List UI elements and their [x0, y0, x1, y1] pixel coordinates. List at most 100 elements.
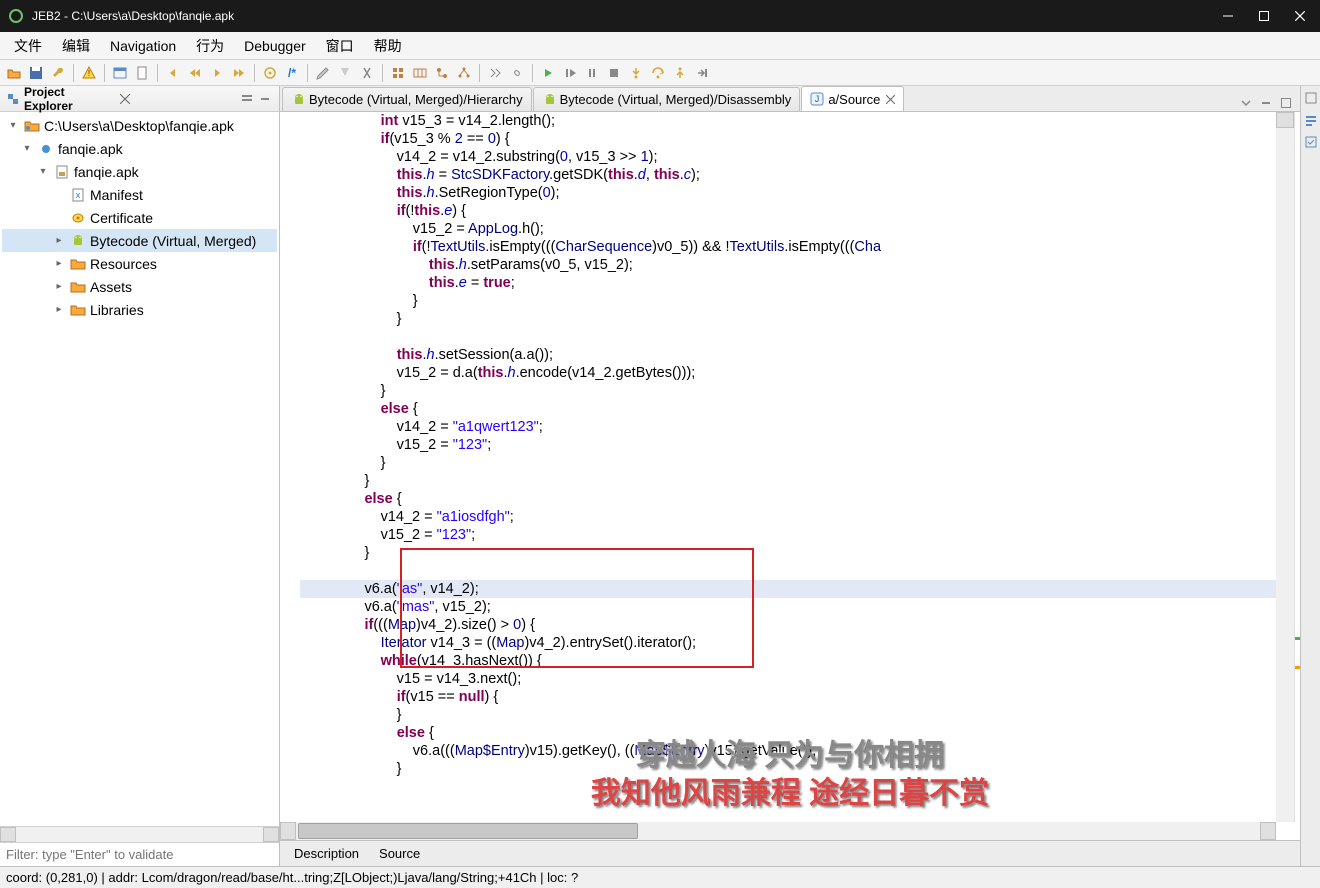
debug-start-icon[interactable] — [538, 63, 558, 83]
tree-label: fanqie.apk — [74, 164, 139, 180]
open-icon[interactable] — [4, 63, 24, 83]
tree-node[interactable]: ▾ C:\Users\a\Desktop\fanqie.apk — [2, 114, 277, 137]
editor-tab[interactable]: Bytecode (Virtual, Merged)/Disassembly — [533, 87, 801, 111]
tree-node[interactable]: ▸ Bytecode (Virtual, Merged) — [2, 229, 277, 252]
tree-toggle-icon[interactable]: ▸ — [52, 235, 66, 246]
cut-icon[interactable] — [357, 63, 377, 83]
nav-fwd2-icon[interactable] — [229, 63, 249, 83]
restore-panel-icon[interactable] — [1303, 90, 1319, 106]
folder-project-icon — [24, 118, 40, 134]
menu-item-窗口[interactable]: 窗口 — [316, 32, 364, 60]
android-icon — [70, 233, 86, 249]
menubar: 文件编辑Navigation行为Debugger窗口帮助 — [0, 32, 1320, 60]
save-icon[interactable] — [26, 63, 46, 83]
apk-icon — [54, 164, 70, 180]
debug-run-to-icon[interactable] — [692, 63, 712, 83]
tabs-max-icon[interactable] — [1278, 95, 1294, 111]
highlight-icon[interactable] — [335, 63, 355, 83]
menu-item-文件[interactable]: 文件 — [4, 32, 52, 60]
tree-toggle-icon[interactable]: ▸ — [52, 304, 66, 315]
toolbar: ! /* — [0, 60, 1320, 86]
tree-node[interactable]: Certificate — [2, 206, 277, 229]
window-titlebar: JEB2 - C:\Users\a\Desktop\fanqie.apk — [0, 0, 1320, 32]
debug-step-out-icon[interactable] — [670, 63, 690, 83]
link-icon[interactable] — [507, 63, 527, 83]
bottom-tab-source[interactable]: Source — [369, 842, 430, 865]
tree-node[interactable]: X Manifest — [2, 183, 277, 206]
android-icon — [291, 93, 305, 107]
svg-text:J: J — [815, 94, 820, 104]
editor-hscrollbar[interactable] — [280, 822, 1276, 840]
wrench-icon[interactable] — [48, 63, 68, 83]
tree-filter-input[interactable] — [0, 843, 279, 866]
folder-icon — [70, 302, 86, 318]
window-icon[interactable] — [110, 63, 130, 83]
code-editor[interactable]: int v15_3 = v14_2.length(); if(v15_3 % 2… — [280, 112, 1300, 840]
tree-view-icon[interactable] — [432, 63, 452, 83]
maximize-button[interactable] — [1256, 8, 1272, 24]
tree-hscrollbar[interactable] — [0, 826, 279, 842]
explorer-icon — [6, 92, 20, 106]
tree-node[interactable]: ▸ Assets — [2, 275, 277, 298]
debug-step-into-icon[interactable] — [626, 63, 646, 83]
nav-back-icon[interactable] — [163, 63, 183, 83]
tasks-icon[interactable] — [1303, 134, 1319, 150]
bottom-tab-description[interactable]: Description — [284, 842, 369, 865]
menu-item-debugger[interactable]: Debugger — [234, 34, 316, 58]
tab-label: Bytecode (Virtual, Merged)/Hierarchy — [309, 92, 523, 107]
outline-icon[interactable] — [1303, 112, 1319, 128]
nav-fwd-icon[interactable] — [207, 63, 227, 83]
folder-icon — [70, 279, 86, 295]
document-icon[interactable] — [132, 63, 152, 83]
tree-node[interactable]: ▾ fanqie.apk — [2, 160, 277, 183]
tree-node[interactable]: ▸ Resources — [2, 252, 277, 275]
grid2-icon[interactable] — [410, 63, 430, 83]
debug-pause-icon[interactable] — [582, 63, 602, 83]
menu-item-编辑[interactable]: 编辑 — [52, 32, 100, 60]
debug-step-over-icon[interactable] — [648, 63, 668, 83]
tab-close-icon[interactable] — [886, 95, 895, 104]
tree-toggle-icon[interactable]: ▾ — [20, 143, 34, 154]
minimize-button[interactable] — [1220, 8, 1236, 24]
warning-icon[interactable]: ! — [79, 63, 99, 83]
minimize-panel-icon[interactable] — [257, 91, 273, 107]
menu-item-行为[interactable]: 行为 — [186, 32, 234, 60]
panel-close-icon[interactable] — [120, 94, 130, 104]
debug-resume-icon[interactable] — [560, 63, 580, 83]
panel-header: Project Explorer — [0, 86, 279, 112]
statusbar: coord: (0,281,0) | addr: Lcom/dragon/rea… — [0, 866, 1320, 888]
tabs-min-icon[interactable] — [1258, 95, 1274, 111]
tree-toggle-icon[interactable]: ▾ — [36, 166, 50, 177]
editor-tab[interactable]: Ja/Source — [801, 86, 904, 111]
debug-stop-icon[interactable] — [604, 63, 624, 83]
project-explorer-panel: Project Explorer ▾ C:\Users\a\Desktop\fa… — [0, 86, 280, 866]
view-menu-icon[interactable] — [239, 91, 255, 107]
menu-item-navigation[interactable]: Navigation — [100, 34, 186, 58]
xref-icon[interactable] — [485, 63, 505, 83]
graph-icon[interactable] — [454, 63, 474, 83]
tree-toggle-icon[interactable]: ▾ — [6, 120, 20, 131]
close-button[interactable] — [1292, 8, 1308, 24]
tree-node[interactable]: ▾ fanqie.apk — [2, 137, 277, 160]
nav-back2-icon[interactable] — [185, 63, 205, 83]
tree-toggle-icon[interactable]: ▸ — [52, 281, 66, 292]
xml-icon: X — [70, 187, 86, 203]
menu-item-帮助[interactable]: 帮助 — [364, 32, 412, 60]
editor-vscrollbar[interactable] — [1276, 112, 1294, 822]
collapse-all-icon[interactable] — [221, 91, 237, 107]
tree-label: Manifest — [90, 187, 143, 203]
tabs-menu-icon[interactable] — [1238, 95, 1254, 111]
app-icon — [8, 8, 24, 24]
grid1-icon[interactable] — [388, 63, 408, 83]
edit-icon[interactable] — [313, 63, 333, 83]
comment-icon[interactable]: /* — [282, 63, 302, 83]
project-tree[interactable]: ▾ C:\Users\a\Desktop\fanqie.apk▾ fanqie.… — [0, 112, 279, 826]
editor-tab[interactable]: Bytecode (Virtual, Merged)/Hierarchy — [282, 87, 532, 111]
folder-icon — [70, 256, 86, 272]
tree-toggle-icon[interactable]: ▸ — [52, 258, 66, 269]
right-toolstrip — [1300, 86, 1320, 866]
svg-text:!: ! — [88, 69, 90, 78]
tree-node[interactable]: ▸ Libraries — [2, 298, 277, 321]
analyze-icon[interactable] — [260, 63, 280, 83]
tree-label: Resources — [90, 256, 157, 272]
